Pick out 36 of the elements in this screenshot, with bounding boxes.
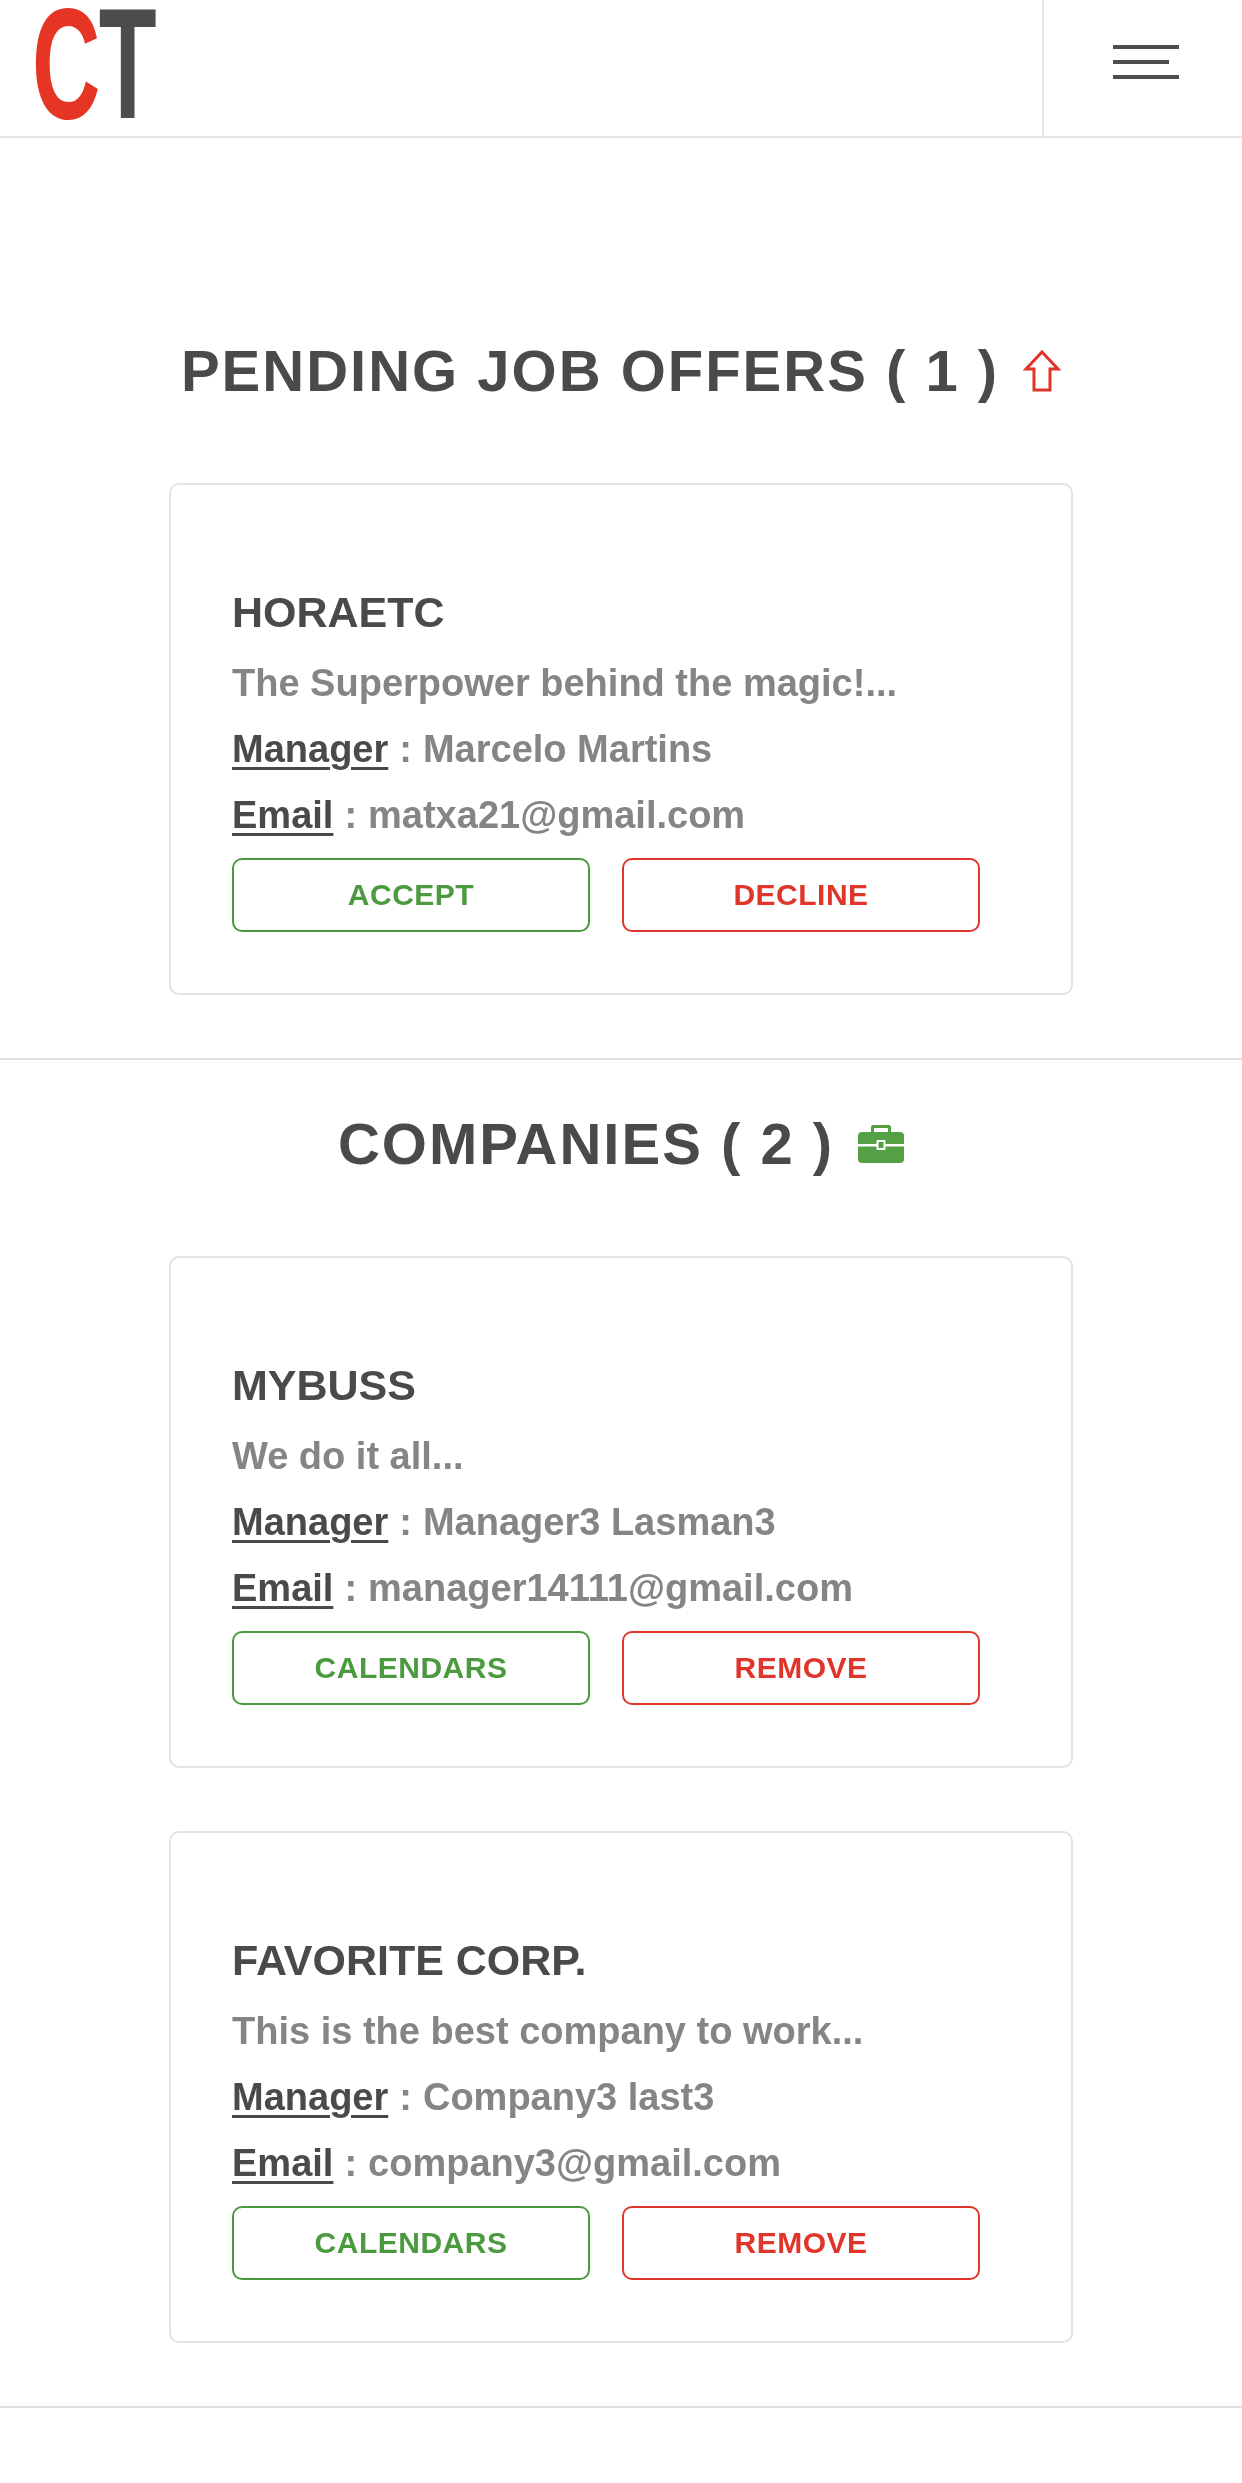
section-title: PENDING JOB OFFERS ( 1 ) [180, 337, 1000, 405]
remove-button[interactable]: REMOVE [622, 2206, 980, 2280]
field-value: Marcelo Martins [422, 727, 713, 772]
company-description: This is the best company to work... [232, 2009, 865, 2054]
field-value: manager14111@gmail.com [368, 1566, 853, 1611]
field-value: matxa21@gmail.com [368, 793, 746, 838]
company-name: FAVORITE CORP. [232, 1935, 588, 1986]
briefcase-icon [858, 1125, 905, 1163]
field-value: company3@gmail.com [368, 2141, 781, 2186]
company-description: The Superpower behind the magic!... [232, 661, 899, 706]
field-label: Manager [232, 2075, 389, 2120]
company-name: MYBUSS [232, 1360, 417, 1411]
company-name: HORAETC [232, 587, 446, 638]
field-label: Email [232, 2141, 334, 2186]
field-label: Email [232, 793, 334, 838]
colon-separator: : [344, 2141, 358, 2186]
decline-button[interactable]: DECLINE [622, 858, 980, 932]
colon-separator: : [344, 793, 358, 838]
colon-separator: : [399, 727, 412, 772]
colon-separator: : [399, 2075, 412, 2120]
colon-separator: : [399, 1500, 412, 1545]
field-label: Manager [232, 727, 389, 772]
calendars-button[interactable]: CALENDARS [232, 2206, 590, 2280]
field-label: Email [232, 1566, 334, 1611]
company-description: We do it all... [232, 1434, 465, 1479]
logo[interactable]: CT [32, 4, 155, 122]
menu-icon [1113, 45, 1179, 79]
arrow-up-icon [1023, 349, 1062, 393]
field-value: Company3 last3 [422, 2075, 715, 2120]
section-title: COMPANIES ( 2 ) [337, 1110, 835, 1178]
field-value: Manager3 Lasman3 [422, 1500, 776, 1545]
accept-button[interactable]: ACCEPT [232, 858, 590, 932]
calendars-button[interactable]: CALENDARS [232, 1631, 590, 1705]
remove-button[interactable]: REMOVE [622, 1631, 980, 1705]
field-label: Manager [232, 1500, 389, 1545]
colon-separator: : [344, 1566, 358, 1611]
